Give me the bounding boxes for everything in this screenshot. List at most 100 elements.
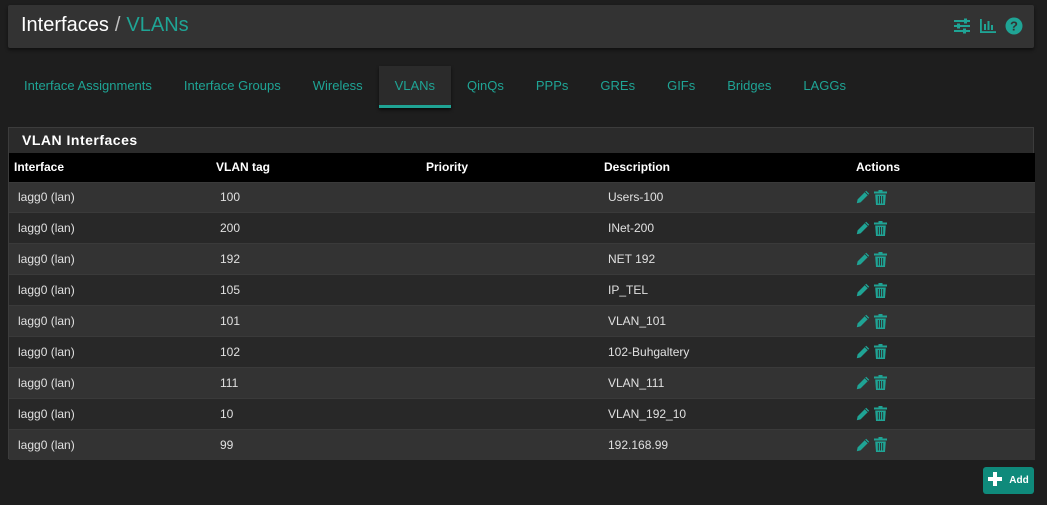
delete-trash-icon[interactable] [873,437,887,453]
page-header: Interfaces / VLANs ? [8,5,1034,48]
cell-actions [851,274,1035,306]
cell-description: NET 192 [599,243,851,275]
edit-pencil-icon[interactable] [856,220,870,236]
delete-trash-icon[interactable] [873,220,887,236]
cell-priority [421,181,599,213]
cell-actions [851,366,1035,399]
cell-description: Users-100 [599,181,851,213]
delete-trash-icon[interactable] [873,313,887,329]
table-row: lagg0 (lan) 102 102-Buhgaltery [9,335,1035,368]
cell-description: VLAN_192_10 [599,397,851,430]
plus-icon [988,472,1003,489]
cell-interface: lagg0 (lan) [9,305,211,337]
cell-description: 192.168.99 [599,428,851,461]
tab-interface-assignments[interactable]: Interface Assignments [8,66,168,108]
tab-interface-groups[interactable]: Interface Groups [168,66,297,108]
sliders-icon[interactable] [952,16,972,36]
delete-trash-icon[interactable] [873,406,887,422]
cell-interface: lagg0 (lan) [9,274,211,306]
edit-pencil-icon[interactable] [856,313,870,329]
cell-priority [421,243,599,275]
cell-vlan-tag: 101 [211,305,421,337]
delete-trash-icon[interactable] [873,189,887,205]
add-button[interactable]: Add [983,467,1034,494]
cell-interface: lagg0 (lan) [9,212,211,244]
tab-qinqs[interactable]: QinQs [451,66,520,108]
tab-wireless[interactable]: Wireless [297,66,379,108]
bar-chart-icon[interactable] [978,16,998,36]
cell-interface: lagg0 (lan) [9,428,211,461]
table-row: lagg0 (lan) 101 VLAN_101 [9,305,1035,337]
help-icon[interactable]: ? [1004,16,1024,36]
cell-actions [851,335,1035,368]
cell-priority [421,428,599,461]
cell-description: IP_TEL [599,274,851,306]
column-header-priority: Priority [426,160,469,175]
tab-ppps[interactable]: PPPs [520,66,585,108]
cell-interface: lagg0 (lan) [9,397,211,430]
cell-description: VLAN_101 [599,305,851,337]
breadcrumb-current[interactable]: VLANs [126,14,188,36]
panel-title: VLAN Interfaces [22,132,138,148]
tab-laggs[interactable]: LAGGs [787,66,862,108]
vlan-panel: VLAN Interfaces Interface VLAN tag Prior… [8,127,1035,461]
delete-trash-icon[interactable] [873,344,887,360]
cell-priority [421,397,599,430]
edit-pencil-icon[interactable] [856,282,870,298]
column-header-interface: Interface [14,160,65,175]
add-button-label: Add [1009,475,1029,486]
table-header-row: Interface VLAN tag Priority Description … [9,153,1035,182]
delete-trash-icon[interactable] [873,282,887,298]
tab-gifs[interactable]: GIFs [651,66,711,108]
column-header-vlan-tag: VLAN tag [216,160,270,175]
cell-priority [421,335,599,368]
edit-pencil-icon[interactable] [856,251,870,267]
table-row: lagg0 (lan) 111 VLAN_111 [9,366,1035,399]
cell-interface: lagg0 (lan) [9,335,211,368]
cell-actions [851,305,1035,337]
table-row: lagg0 (lan) 200 INet-200 [9,212,1035,244]
table-row: lagg0 (lan) 100 Users-100 [9,181,1035,213]
delete-trash-icon[interactable] [873,375,887,391]
cell-actions [851,428,1035,461]
cell-vlan-tag: 100 [211,181,421,213]
delete-trash-icon[interactable] [873,251,887,267]
cell-actions [851,212,1035,244]
cell-priority [421,274,599,306]
cell-interface: lagg0 (lan) [9,243,211,275]
tab-vlans[interactable]: VLANs [378,66,452,108]
edit-pencil-icon[interactable] [856,344,870,360]
edit-pencil-icon[interactable] [856,437,870,453]
header-icons: ? [952,16,1024,36]
cell-interface: lagg0 (lan) [9,181,211,213]
cell-description: INet-200 [599,212,851,244]
cell-priority [421,366,599,399]
edit-pencil-icon[interactable] [856,406,870,422]
cell-actions [851,181,1035,213]
table-row: lagg0 (lan) 10 VLAN_192_10 [9,397,1035,430]
cell-description: VLAN_111 [599,366,851,399]
edit-pencil-icon[interactable] [856,375,870,391]
cell-vlan-tag: 102 [211,335,421,368]
breadcrumb-root[interactable]: Interfaces [21,14,109,36]
cell-description: 102-Buhgaltery [599,335,851,368]
vlan-table: Interface VLAN tag Priority Description … [9,153,1035,461]
cell-vlan-tag: 111 [211,366,421,399]
cell-actions [851,397,1035,430]
svg-text:?: ? [1010,19,1018,34]
cell-vlan-tag: 200 [211,212,421,244]
column-header-actions: Actions [856,160,901,175]
cell-vlan-tag: 192 [211,243,421,275]
tab-bridges[interactable]: Bridges [711,66,787,108]
cell-vlan-tag: 10 [211,397,421,430]
table-row: lagg0 (lan) 99 192.168.99 [9,428,1035,461]
edit-pencil-icon[interactable] [856,189,870,205]
tab-gres[interactable]: GREs [584,66,651,108]
cell-interface: lagg0 (lan) [9,366,211,399]
cell-vlan-tag: 105 [211,274,421,306]
cell-vlan-tag: 99 [211,428,421,461]
column-header-description: Description [604,160,671,175]
cell-priority [421,305,599,337]
table-row: lagg0 (lan) 105 IP_TEL [9,274,1035,306]
cell-priority [421,212,599,244]
